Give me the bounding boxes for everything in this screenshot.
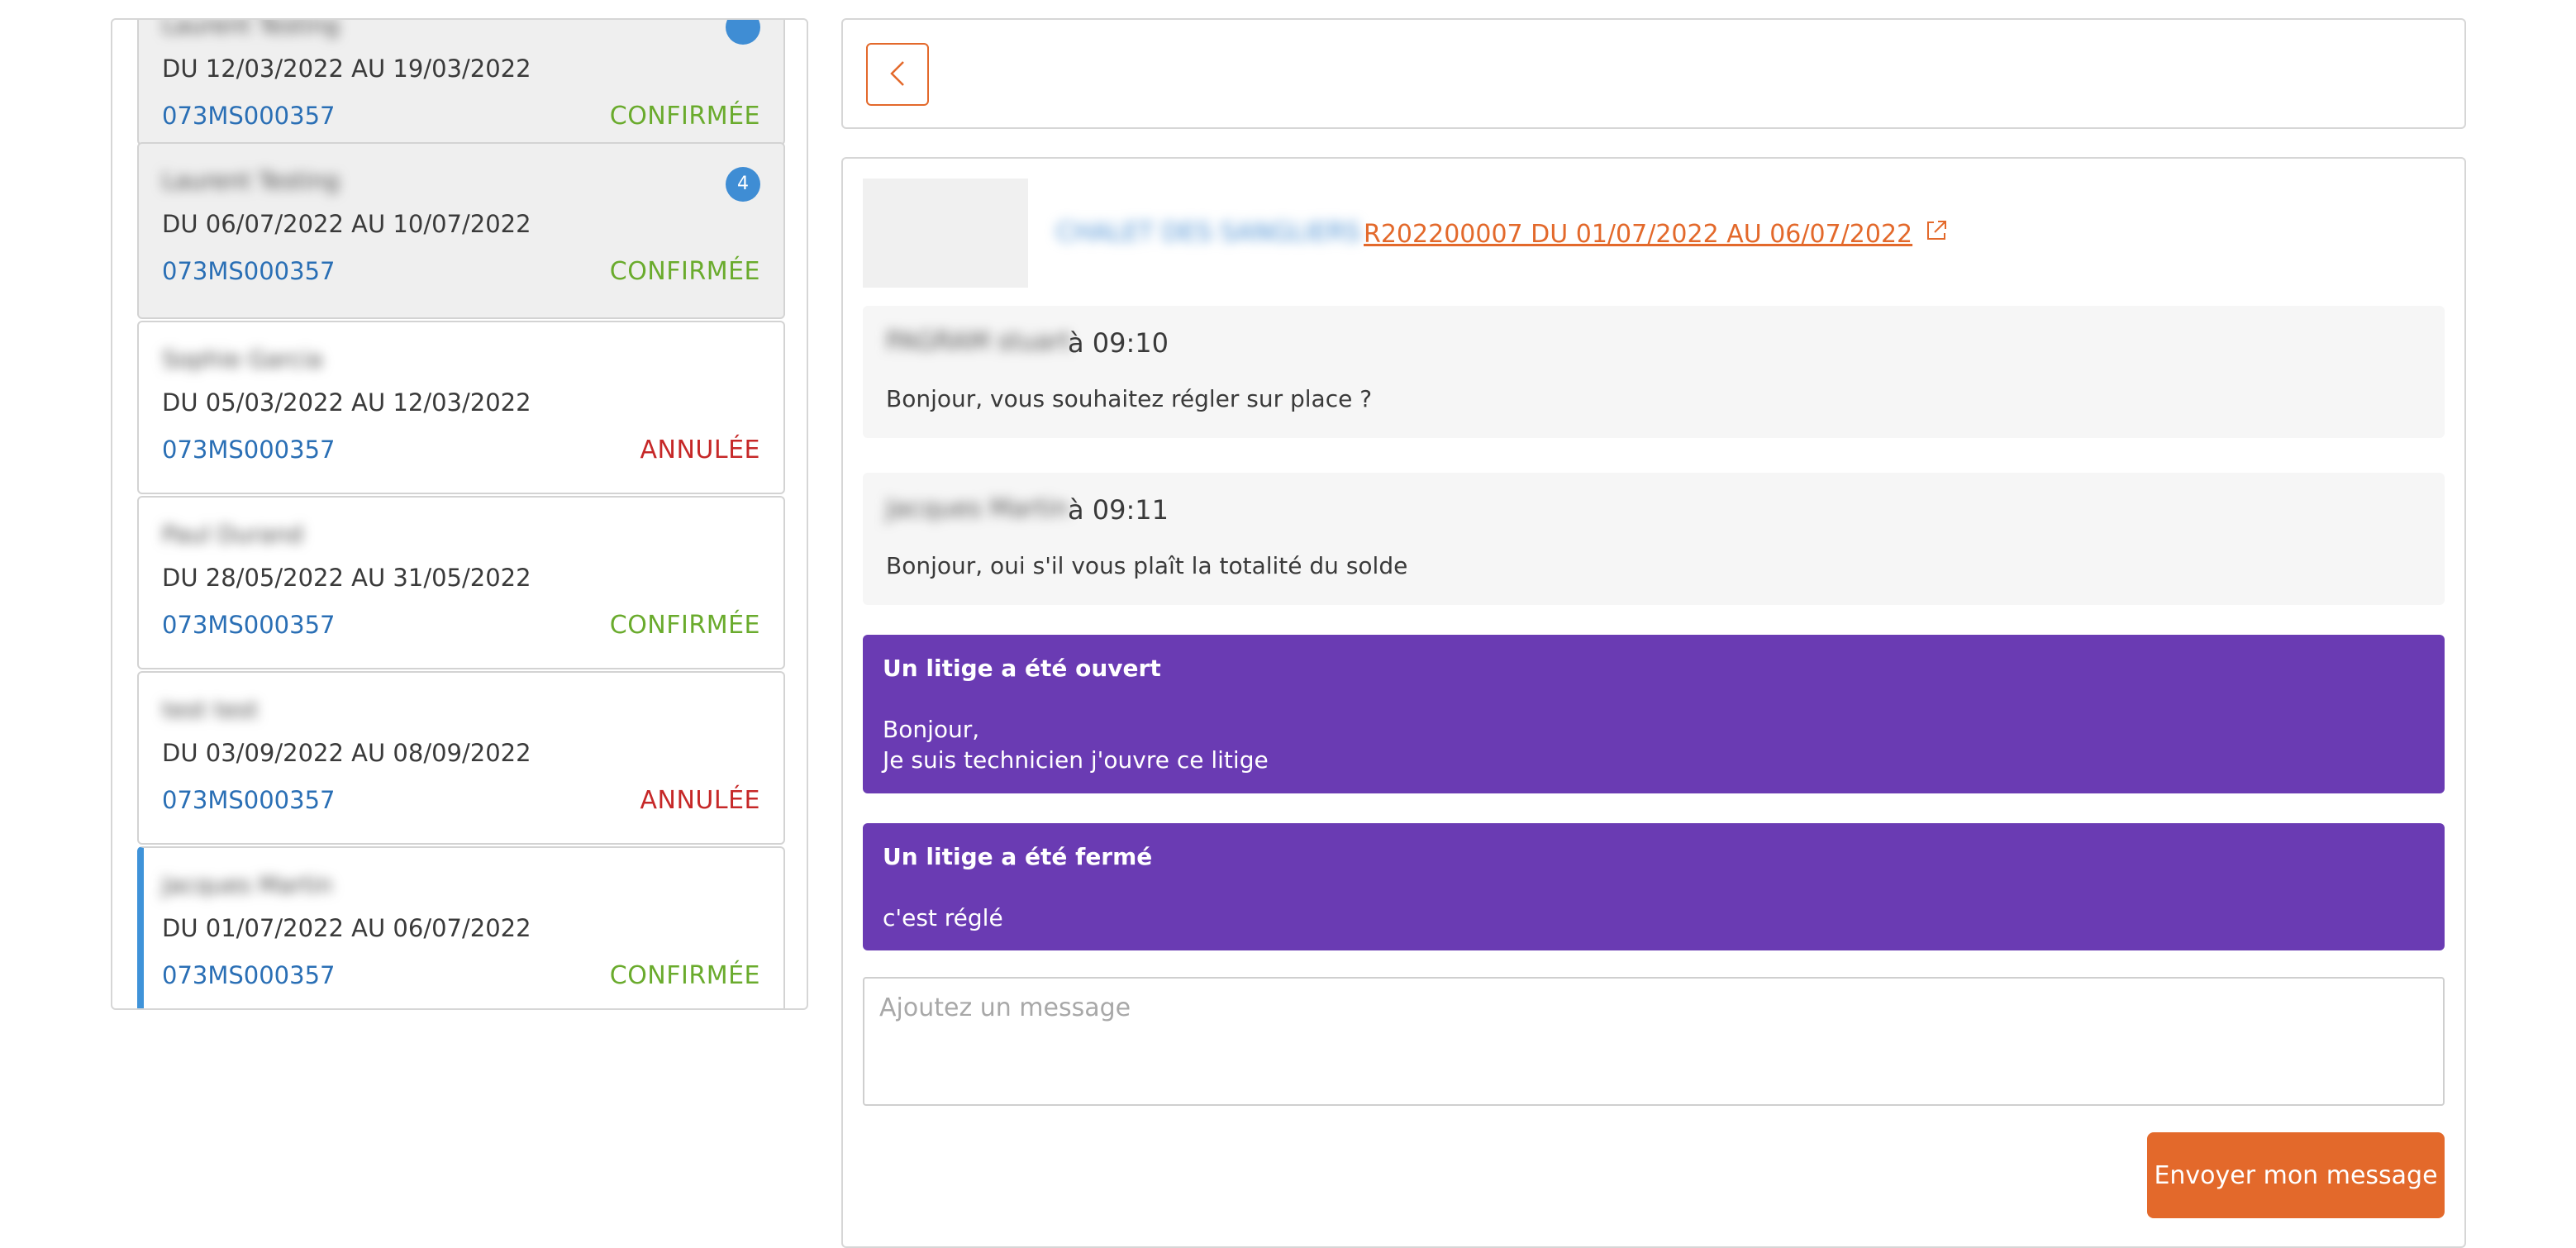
property-name[interactable]: CHALET DES SANGLIERS xyxy=(1056,218,1360,247)
message-text: Bonjour, oui s'il vous plaît la totalité… xyxy=(886,552,1408,579)
message-input[interactable] xyxy=(863,977,2445,1106)
guest-name: Jacques Martin xyxy=(162,871,333,898)
dispute-closed-notice: Un litige a été fermé c'est réglé xyxy=(863,823,2445,950)
reservation-dates: DU 12/03/2022 AU 19/03/2022 xyxy=(162,55,531,83)
status-badge: CONFIRMÉE xyxy=(609,611,760,640)
back-button[interactable] xyxy=(866,43,929,106)
status-badge: ANNULÉE xyxy=(640,436,760,464)
status-badge: ANNULÉE xyxy=(640,786,760,815)
message-author: PAGRAM stuart xyxy=(886,327,1071,356)
reservation-card-selected[interactable]: Jacques Martin DU 01/07/2022 AU 06/07/20… xyxy=(137,846,785,1008)
dispute-opened-notice: Un litige a été ouvert Bonjour, Je suis … xyxy=(863,635,2445,793)
guest-name: test test xyxy=(162,696,259,723)
unread-badge xyxy=(726,20,760,45)
dispute-line: Bonjour, xyxy=(883,716,980,743)
message-time: à 09:11 xyxy=(1068,494,1169,526)
conversation-header xyxy=(841,18,2466,129)
message-author: Jacques Martin xyxy=(886,494,1069,523)
reservation-ref: 073MS000357 xyxy=(162,102,336,130)
reservation-link-label: R202200007 DU 01/07/2022 AU 06/07/2022 xyxy=(1364,219,1913,249)
reservation-ref: 073MS000357 xyxy=(162,611,336,639)
message-bubble: Jacques Martin à 09:11 Bonjour, oui s'il… xyxy=(863,473,2445,605)
reservation-dates: DU 28/05/2022 AU 31/05/2022 xyxy=(162,564,531,592)
guest-name: Laurent Testing xyxy=(162,18,340,39)
chevron-left-icon xyxy=(887,60,908,90)
unread-badge: 4 xyxy=(726,167,760,202)
property-thumbnail xyxy=(863,179,1028,288)
status-badge: CONFIRMÉE xyxy=(609,257,760,286)
reservation-ref: 073MS000357 xyxy=(162,436,336,464)
dispute-line: Je suis technicien j'ouvre ce litige xyxy=(883,746,1269,774)
reservation-dates: DU 06/07/2022 AU 10/07/2022 xyxy=(162,210,531,238)
reservation-dates: DU 03/09/2022 AU 08/09/2022 xyxy=(162,739,531,767)
reservation-ref: 073MS000357 xyxy=(162,961,336,989)
reservation-list: Laurent Testing DU 12/03/2022 AU 19/03/2… xyxy=(111,18,808,1010)
guest-name: Sophie Garcia xyxy=(162,345,323,373)
message-text: Bonjour, vous souhaitez régler sur place… xyxy=(886,385,1373,412)
dispute-line: c'est réglé xyxy=(883,904,1003,931)
reservation-card[interactable]: test test DU 03/09/2022 AU 08/09/2022 07… xyxy=(137,671,785,845)
reservation-card[interactable]: Sophie Garcia DU 05/03/2022 AU 12/03/202… xyxy=(137,321,785,494)
message-bubble: PAGRAM stuart à 09:10 Bonjour, vous souh… xyxy=(863,306,2445,438)
reservation-dates: DU 05/03/2022 AU 12/03/2022 xyxy=(162,388,531,417)
guest-name: Laurent Testing xyxy=(162,167,340,194)
reservation-link[interactable]: R202200007 DU 01/07/2022 AU 06/07/2022 xyxy=(1364,218,1949,250)
reservation-card[interactable]: Laurent Testing DU 12/03/2022 AU 19/03/2… xyxy=(137,18,785,145)
status-badge: CONFIRMÉE xyxy=(609,102,760,131)
status-badge: CONFIRMÉE xyxy=(609,961,760,990)
reservation-ref: 073MS000357 xyxy=(162,786,336,814)
message-time: à 09:10 xyxy=(1068,327,1169,359)
reservation-ref: 073MS000357 xyxy=(162,257,336,285)
reservation-card[interactable]: 4 Laurent Testing DU 06/07/2022 AU 10/07… xyxy=(137,142,785,319)
dispute-body: c'est réglé xyxy=(883,903,1003,933)
send-message-button[interactable]: Envoyer mon message xyxy=(2147,1132,2445,1218)
reservation-card[interactable]: Paul Durand DU 28/05/2022 AU 31/05/2022 … xyxy=(137,496,785,669)
conversation-panel: CHALET DES SANGLIERS R202200007 DU 01/07… xyxy=(841,157,2466,1248)
guest-name: Paul Durand xyxy=(162,521,303,548)
reservation-dates: DU 01/07/2022 AU 06/07/2022 xyxy=(162,914,531,942)
external-link-icon xyxy=(1924,218,1949,250)
dispute-title: Un litige a été fermé xyxy=(883,843,1153,870)
dispute-title: Un litige a été ouvert xyxy=(883,655,1161,682)
dispute-body: Bonjour, Je suis technicien j'ouvre ce l… xyxy=(883,714,1269,775)
